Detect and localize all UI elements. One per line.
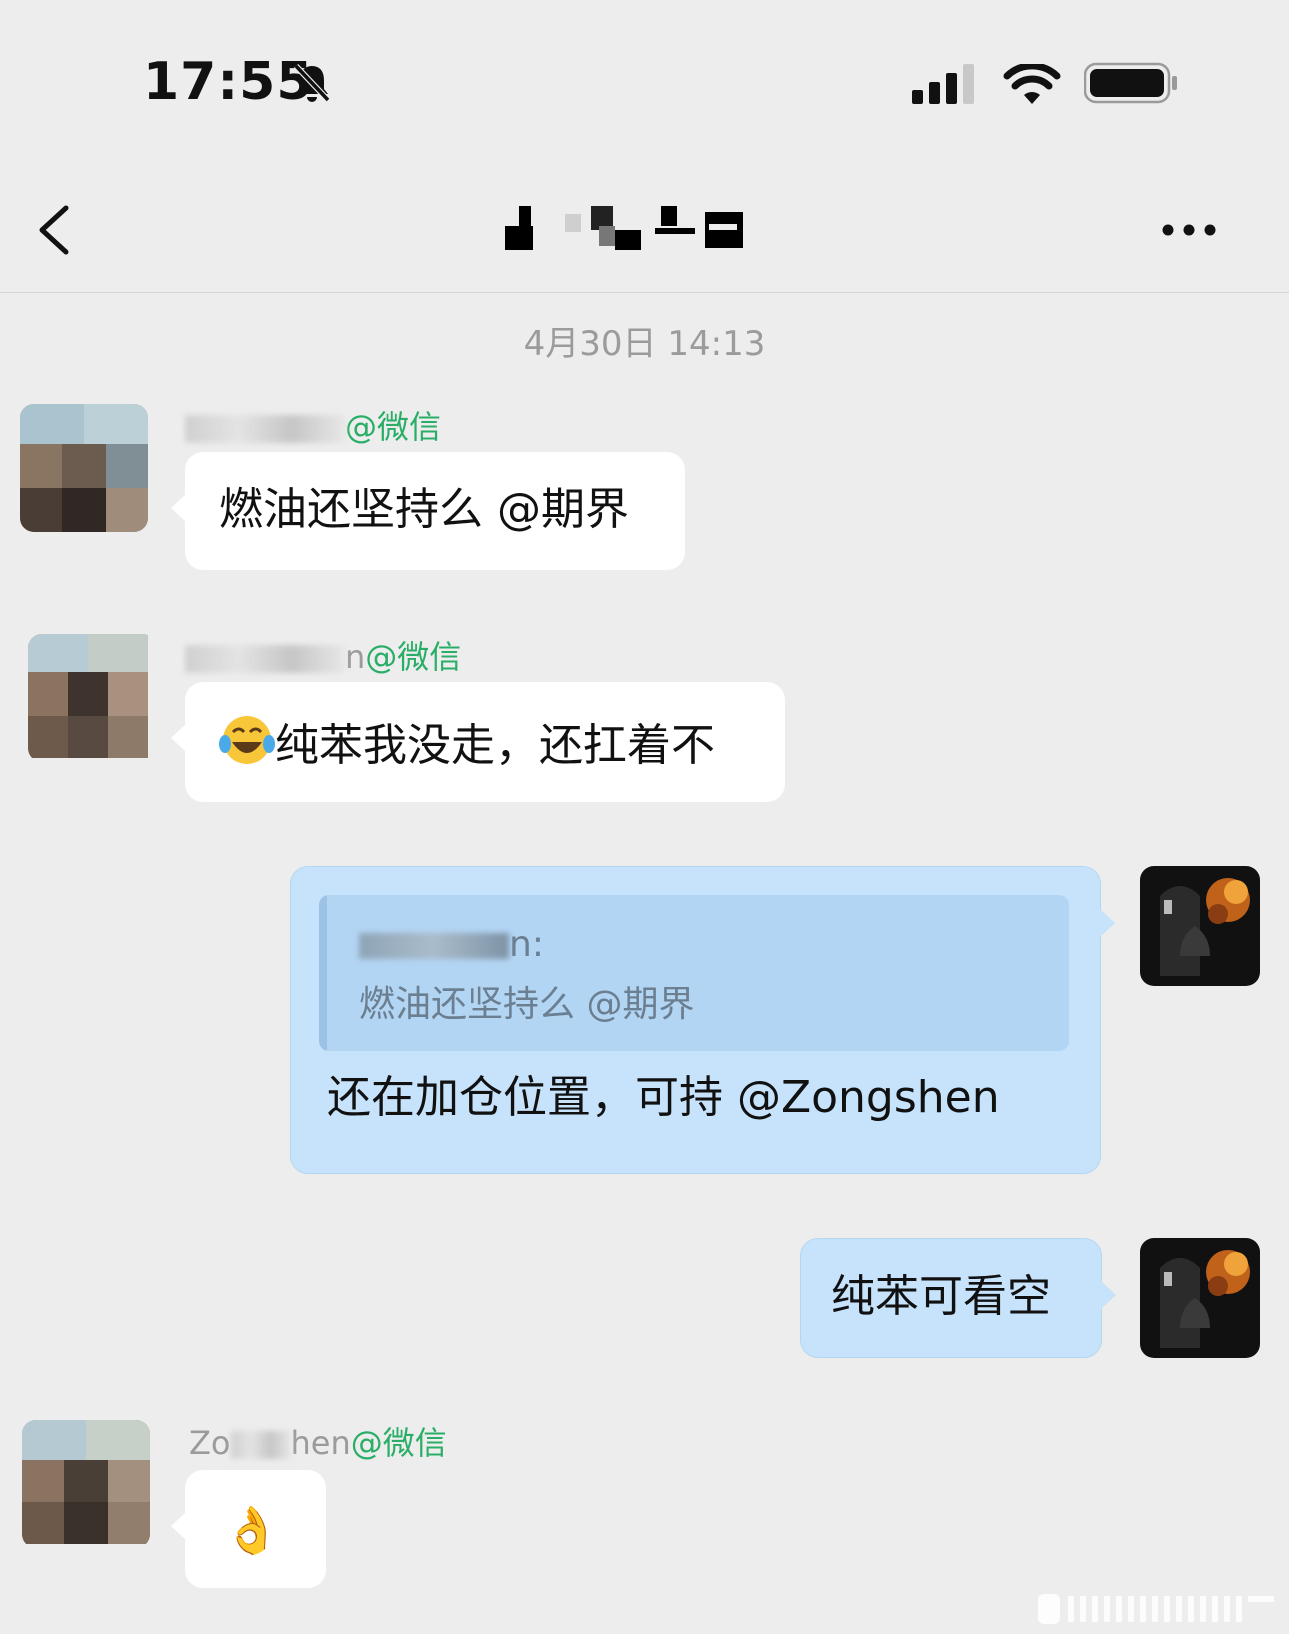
status-time: 17:55 bbox=[143, 52, 314, 112]
sender-avatar[interactable] bbox=[22, 1420, 150, 1548]
more-options-button[interactable] bbox=[1160, 210, 1224, 250]
message-bubble-outgoing[interactable]: n: 燃油还坚持么 @期界 还在加仓位置，可持 @Zongshen bbox=[290, 866, 1115, 1174]
quoted-sender: n: bbox=[359, 923, 544, 966]
bell-off-icon bbox=[292, 62, 332, 108]
sender-avatar[interactable] bbox=[20, 404, 148, 532]
quoted-message[interactable]: n: 燃油还坚持么 @期界 bbox=[319, 895, 1069, 1051]
chat-header bbox=[0, 170, 1289, 293]
message-bubble-incoming[interactable]: 纯苯我没走，还扛着不 bbox=[171, 682, 785, 802]
back-button[interactable] bbox=[30, 200, 80, 260]
redacted-name bbox=[185, 645, 345, 673]
sender-name: n@微信 bbox=[185, 632, 461, 678]
message-timestamp: 4月30日 14:13 bbox=[523, 324, 766, 364]
ok-hand-emoji-icon: 👌 bbox=[223, 1503, 281, 1557]
message-text: 还在加仓位置，可持 @Zongshen bbox=[327, 1072, 1000, 1123]
message-text: 燃油还坚持么 @期界 bbox=[219, 484, 629, 535]
wechat-suffix: @微信 bbox=[365, 638, 462, 676]
sender-avatar[interactable] bbox=[28, 634, 156, 762]
message-bubble-outgoing[interactable]: 纯苯可看空 bbox=[800, 1238, 1116, 1358]
sender-name: Zo hen@微信 bbox=[189, 1424, 447, 1462]
message-bubble-incoming[interactable]: 燃油还坚持么 @期界 bbox=[171, 452, 685, 570]
tears-of-joy-emoji-icon bbox=[219, 714, 275, 779]
wechat-suffix: @微信 bbox=[350, 1424, 447, 1462]
status-bar: 17:55 bbox=[0, 0, 1289, 170]
redacted-name bbox=[185, 415, 345, 443]
my-avatar[interactable] bbox=[1140, 866, 1260, 986]
message-text: 纯苯可看空 bbox=[831, 1271, 1051, 1322]
sender-name: @微信 bbox=[185, 402, 441, 448]
message-text: 纯苯我没走，还扛着不 bbox=[275, 720, 715, 771]
quote-bar bbox=[319, 895, 327, 1051]
battery-icon bbox=[1083, 62, 1178, 108]
chat-title-redacted bbox=[505, 204, 795, 254]
cellular-signal-icon bbox=[912, 64, 978, 110]
redacted-name bbox=[230, 1431, 291, 1459]
my-avatar[interactable] bbox=[1140, 1238, 1260, 1358]
watermark bbox=[1038, 1594, 1278, 1624]
quoted-text: 燃油还坚持么 @期界 bbox=[359, 984, 695, 1025]
wechat-suffix: @微信 bbox=[345, 408, 442, 446]
wifi-icon bbox=[1003, 62, 1061, 110]
redacted-name bbox=[359, 933, 509, 959]
message-bubble-incoming[interactable]: 👌 bbox=[171, 1470, 326, 1588]
